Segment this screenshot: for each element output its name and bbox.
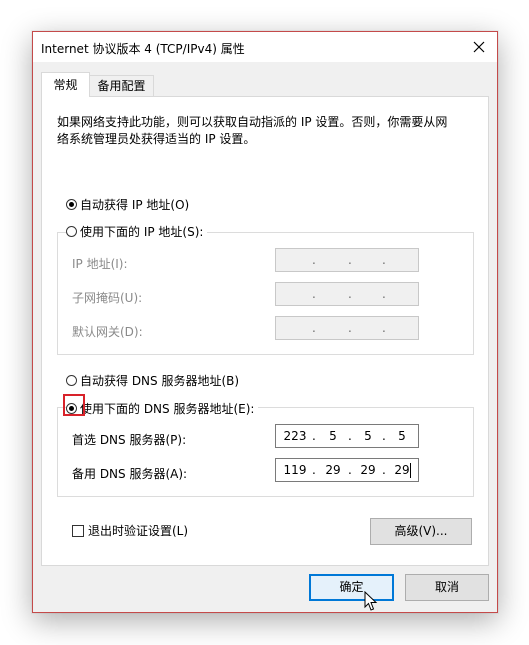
subnet-mask-field: . . . — [275, 282, 419, 306]
preferred-dns-label: 首选 DNS 服务器(P): — [72, 433, 187, 447]
general-panel: 如果网络支持此功能，则可以获取自动指派的 IP 设置。否则，你需要从网络系统管理… — [41, 96, 489, 566]
validate-on-exit-checkbox[interactable]: 退出时验证设置(L) — [72, 522, 188, 539]
tab-general[interactable]: 常规 — [41, 72, 90, 97]
tab-alternate-config[interactable]: 备用配置 — [89, 75, 154, 97]
radio-auto-ip-indicator — [66, 199, 77, 210]
description-text: 如果网络支持此功能，则可以获取自动指派的 IP 设置。否则，你需要从网络系统管理… — [57, 115, 448, 146]
alternate-dns-field[interactable]: 119 . 29 . 29 . 29 — [275, 458, 419, 482]
radio-manual-ip-label: 使用下面的 IP 地址(S): — [80, 225, 204, 239]
alternate-dns-label: 备用 DNS 服务器(A): — [72, 467, 188, 481]
default-gateway-field: . . . — [275, 316, 419, 340]
subnet-mask-label: 子网掩码(U): — [72, 291, 143, 305]
validate-checkbox-label: 退出时验证设置(L) — [88, 524, 189, 538]
dns-settings-group — [57, 407, 474, 497]
radio-manual-ip[interactable]: 使用下面的 IP 地址(S): — [66, 223, 208, 240]
radio-auto-ip[interactable]: 自动获得 IP 地址(O) — [66, 196, 194, 213]
radio-auto-ip-label: 自动获得 IP 地址(O) — [80, 198, 190, 212]
advanced-button[interactable]: 高级(V)... — [370, 518, 472, 545]
radio-manual-ip-indicator — [66, 226, 77, 237]
tcpip-properties-dialog: Internet 协议版本 4 (TCP/IPv4) 属性 常规 备用配置 如果… — [32, 31, 498, 613]
ip-address-field: . . . — [275, 248, 419, 272]
radio-auto-dns-label: 自动获得 DNS 服务器地址(B) — [80, 374, 240, 388]
text-caret — [410, 463, 411, 478]
close-button[interactable] — [461, 32, 497, 62]
close-icon — [473, 41, 485, 53]
window-title: Internet 协议版本 4 (TCP/IPv4) 属性 — [41, 42, 245, 56]
radio-auto-dns[interactable]: 自动获得 DNS 服务器地址(B) — [66, 372, 244, 389]
radio-manual-dns[interactable]: 使用下面的 DNS 服务器地址(E): — [66, 400, 259, 417]
validate-checkbox-box — [72, 524, 84, 537]
radio-auto-dns-indicator — [66, 375, 77, 386]
ip-address-label: IP 地址(I): — [72, 257, 128, 271]
ok-button[interactable]: 确定 — [309, 574, 394, 601]
radio-highlight-box — [63, 394, 85, 416]
preferred-dns-field[interactable]: 223 . 5 . 5 . 5 — [275, 424, 419, 448]
cancel-button[interactable]: 取消 — [405, 574, 489, 601]
mouse-cursor-icon — [364, 591, 378, 611]
title-bar: Internet 协议版本 4 (TCP/IPv4) 属性 — [33, 32, 497, 62]
default-gateway-label: 默认网关(D): — [72, 325, 143, 339]
radio-manual-dns-label: 使用下面的 DNS 服务器地址(E): — [80, 402, 255, 416]
